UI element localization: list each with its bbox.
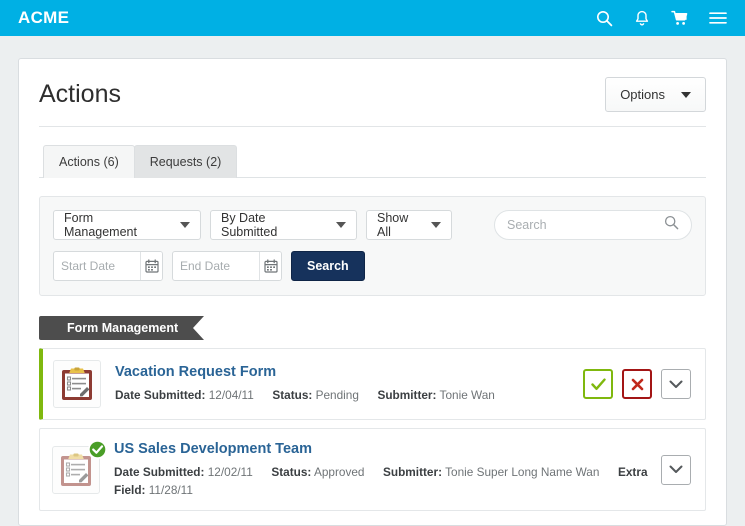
options-button-label: Options <box>620 87 665 102</box>
filter-row-bottom: Search <box>53 251 692 281</box>
list-item-actions <box>661 454 691 485</box>
date-submitted-value: 12/04/11 <box>208 388 254 403</box>
status-label: Status: <box>271 464 312 479</box>
chevron-down-icon <box>681 91 691 98</box>
sort-select[interactable]: By Date Submitted <box>210 210 357 240</box>
chevron-down-icon <box>336 222 346 228</box>
date-submitted-label: Date Submitted: <box>114 464 205 479</box>
tab-requests[interactable]: Requests (2) <box>133 145 238 178</box>
top-navigation-bar: ACME <box>0 0 745 36</box>
search-icon[interactable] <box>595 9 613 27</box>
options-button[interactable]: Options <box>605 77 706 112</box>
submitter-label: Submitter: <box>383 464 443 479</box>
end-date-input[interactable] <box>173 252 260 280</box>
reject-x-icon[interactable] <box>622 369 652 399</box>
category-select[interactable]: Form Management <box>53 210 201 240</box>
calendar-icon[interactable] <box>140 252 162 280</box>
show-select[interactable]: Show All <box>366 210 452 240</box>
end-date-field[interactable] <box>172 251 282 281</box>
list-item-meta: Date Submitted: 12/02/11 Status: Approve… <box>114 463 651 500</box>
calendar-icon[interactable] <box>259 252 281 280</box>
search-button[interactable]: Search <box>291 251 365 281</box>
top-bar-icon-group <box>595 9 727 27</box>
page-container: Actions Options Actions (6) Requests (2)… <box>0 36 745 526</box>
list-item-body: US Sales Development Team Date Submitted… <box>114 440 651 499</box>
status-value: Approved <box>313 464 365 479</box>
list-item-actions <box>583 369 691 399</box>
list-item-title[interactable]: Vacation Request Form <box>115 363 573 382</box>
page-title: Actions <box>39 80 121 108</box>
list-item[interactable]: Vacation Request Form Date Submitted: 12… <box>39 348 706 420</box>
clipboard-icon <box>52 439 107 494</box>
actions-card: Actions Options Actions (6) Requests (2)… <box>18 58 727 526</box>
chevron-down-icon <box>431 222 441 228</box>
actions-list: Vacation Request Form Date Submitted: 12… <box>39 348 706 512</box>
search-box[interactable] <box>494 210 692 240</box>
status-value: Pending <box>315 388 359 403</box>
section-ribbon: Form Management <box>39 316 205 340</box>
clipboard-icon <box>53 360 101 408</box>
list-item-body: Vacation Request Form Date Submitted: 12… <box>115 363 573 404</box>
date-submitted-label: Date Submitted: <box>115 388 206 403</box>
card-header: Actions Options <box>39 59 706 127</box>
status-label: Status: <box>272 388 313 403</box>
brand-logo[interactable]: ACME <box>18 8 69 28</box>
chevron-down-icon <box>180 222 190 228</box>
sort-select-value: By Date Submitted <box>221 211 278 239</box>
search-input[interactable] <box>507 218 664 232</box>
expand-chevron-icon[interactable] <box>661 454 691 485</box>
category-select-value: Form Management <box>64 211 137 239</box>
list-item-meta: Date Submitted: 12/04/11 Status: Pending… <box>115 386 573 404</box>
date-submitted-value: 12/02/11 <box>207 464 253 479</box>
tab-bar: Actions (6) Requests (2) <box>39 144 706 178</box>
expand-chevron-icon[interactable] <box>661 369 691 399</box>
start-date-field[interactable] <box>53 251 163 281</box>
filter-panel: Form Management By Date Submitted Show A… <box>39 196 706 296</box>
list-item-title[interactable]: US Sales Development Team <box>114 440 651 459</box>
submitter-value: Tonie Wan <box>439 388 495 403</box>
cart-icon[interactable] <box>671 9 689 27</box>
list-item[interactable]: US Sales Development Team Date Submitted… <box>39 428 706 512</box>
start-date-input[interactable] <box>54 252 141 280</box>
tab-actions[interactable]: Actions (6) <box>43 145 135 178</box>
show-select-value: Show All <box>377 211 409 239</box>
submitter-label: Submitter: <box>377 388 437 403</box>
section-ribbon-wrap: Form Management <box>39 316 706 340</box>
extra-field-value: 11/28/11 <box>148 483 193 498</box>
hamburger-menu-icon[interactable] <box>709 9 727 27</box>
bell-icon[interactable] <box>633 9 651 27</box>
approved-check-badge <box>88 439 107 459</box>
filter-row-top: Form Management By Date Submitted Show A… <box>53 210 692 240</box>
search-icon[interactable] <box>664 215 679 235</box>
submitter-value: Tonie Super Long Name Wan <box>445 464 600 479</box>
approve-check-icon[interactable] <box>583 369 613 399</box>
